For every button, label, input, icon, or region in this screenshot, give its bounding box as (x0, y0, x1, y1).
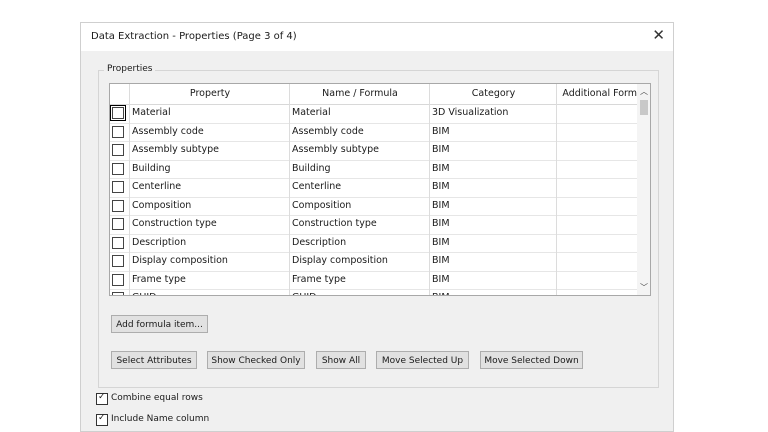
row-checkbox[interactable] (110, 105, 126, 121)
title-bar: Data Extraction - Properties (Page 3 of … (81, 23, 673, 51)
cell-category: BIM (432, 181, 450, 192)
cell-category: BIM (432, 236, 450, 248)
table-row[interactable]: Construction type Construction type BIM (110, 215, 638, 235)
column-header-category[interactable]: Category (430, 88, 557, 99)
scrollbar-thumb[interactable] (640, 100, 648, 115)
properties-group: Properties Property Name / Formula Categ… (98, 64, 659, 388)
cell-name: Building (292, 162, 331, 174)
cell-category: 3D Visualization (432, 107, 509, 118)
checkmark-icon: ✓ (98, 413, 106, 423)
cell-property: Composition (132, 199, 192, 211)
cell-name: Centerline (292, 181, 342, 192)
cell-category: BIM (432, 292, 450, 295)
cell-category: BIM (432, 199, 450, 211)
cell-name: Assembly code (292, 125, 364, 137)
column-divider (429, 84, 430, 295)
combine-equal-rows-label: Combine equal rows (111, 393, 203, 403)
cell-property: Centerline (132, 181, 182, 192)
row-checkbox[interactable] (112, 273, 124, 286)
cell-name: Material (292, 107, 331, 118)
column-header-property[interactable]: Property (130, 88, 290, 99)
row-checkbox[interactable] (112, 199, 124, 212)
row-checkbox[interactable] (112, 292, 124, 295)
vertical-scrollbar[interactable]: ︿ ﹀ (637, 84, 650, 295)
checkmark-icon: ✓ (98, 392, 106, 402)
properties-group-label: Properties (104, 64, 156, 74)
column-divider (556, 84, 557, 295)
row-checkbox[interactable] (112, 181, 124, 193)
cell-name: Assembly subtype (292, 144, 380, 155)
cell-category: BIM (432, 125, 450, 137)
move-selected-down-button[interactable]: Move Selected Down (480, 351, 583, 369)
include-name-column-label: Include Name column (111, 414, 210, 424)
table-row[interactable]: GUID GUID BIM (110, 289, 638, 295)
cell-property: Frame type (132, 273, 186, 285)
show-checked-only-button[interactable]: Show Checked Only (207, 351, 305, 369)
cell-name: Frame type (292, 273, 346, 285)
window-title: Data Extraction - Properties (Page 3 of … (91, 31, 297, 42)
row-checkbox[interactable] (112, 255, 124, 267)
table-row[interactable]: Centerline Centerline BIM (110, 178, 638, 198)
cell-name: Description (292, 236, 347, 248)
select-attributes-button[interactable]: Select Attributes (111, 351, 197, 369)
cell-name: GUID (292, 292, 316, 295)
table-row[interactable]: Display composition Display composition BI… (110, 252, 638, 272)
table-row[interactable]: Frame type Frame type BIM (110, 271, 638, 290)
row-checkbox[interactable] (112, 144, 124, 156)
table-row[interactable]: Material Material 3D Visualization (110, 104, 638, 124)
cell-property: GUID (132, 292, 156, 295)
row-checkbox[interactable] (112, 218, 124, 230)
column-divider (129, 84, 130, 295)
column-divider (289, 84, 290, 295)
move-selected-up-button[interactable]: Move Selected Up (376, 351, 469, 369)
cell-property: Description (132, 236, 187, 248)
cell-category: BIM (432, 162, 450, 174)
column-header-name-formula[interactable]: Name / Formula (290, 88, 430, 99)
row-checkbox[interactable] (112, 125, 124, 138)
cell-property: Building (132, 162, 171, 174)
table-row[interactable]: Description Description BIM (110, 234, 638, 253)
grid-header: Property Name / Formula Category Additio… (110, 84, 647, 105)
properties-grid: Property Name / Formula Category Additio… (109, 83, 651, 296)
close-icon[interactable]: ✕ (652, 26, 665, 44)
cell-property: Assembly subtype (132, 144, 220, 155)
cell-category: BIM (432, 218, 450, 229)
cell-name: Construction type (292, 218, 377, 229)
table-row[interactable]: Composition Composition BIM (110, 197, 638, 216)
include-name-column-checkbox[interactable]: ✓ (96, 413, 108, 426)
add-formula-item-button[interactable]: Add formula item... (111, 315, 208, 333)
cell-property: Display composition (132, 255, 228, 266)
cell-property: Construction type (132, 218, 217, 229)
row-checkbox[interactable] (112, 236, 124, 249)
cell-category: BIM (432, 255, 450, 266)
row-checkbox[interactable] (112, 162, 124, 175)
cell-category: BIM (432, 273, 450, 285)
include-name-column-option[interactable]: ✓ Include Name column (81, 412, 281, 428)
table-row[interactable]: Assembly subtype Assembly subtype BIM (110, 141, 638, 161)
cell-property: Material (132, 107, 171, 118)
data-extraction-dialog: Data Extraction - Properties (Page 3 of … (80, 22, 674, 432)
scroll-up-icon[interactable]: ︿ (640, 86, 648, 97)
cell-property: Assembly code (132, 125, 204, 137)
cell-category: BIM (432, 144, 450, 155)
table-row[interactable]: Building Building BIM (110, 160, 638, 179)
combine-equal-rows-option[interactable]: ✓ Combine equal rows (81, 391, 281, 407)
scroll-down-icon[interactable]: ﹀ (640, 282, 648, 293)
combine-equal-rows-checkbox[interactable]: ✓ (96, 392, 108, 405)
table-row[interactable]: Assembly code Assembly code BIM (110, 123, 638, 142)
show-all-button[interactable]: Show All (316, 351, 366, 369)
cell-name: Composition (292, 199, 352, 211)
cell-name: Display composition (292, 255, 388, 266)
